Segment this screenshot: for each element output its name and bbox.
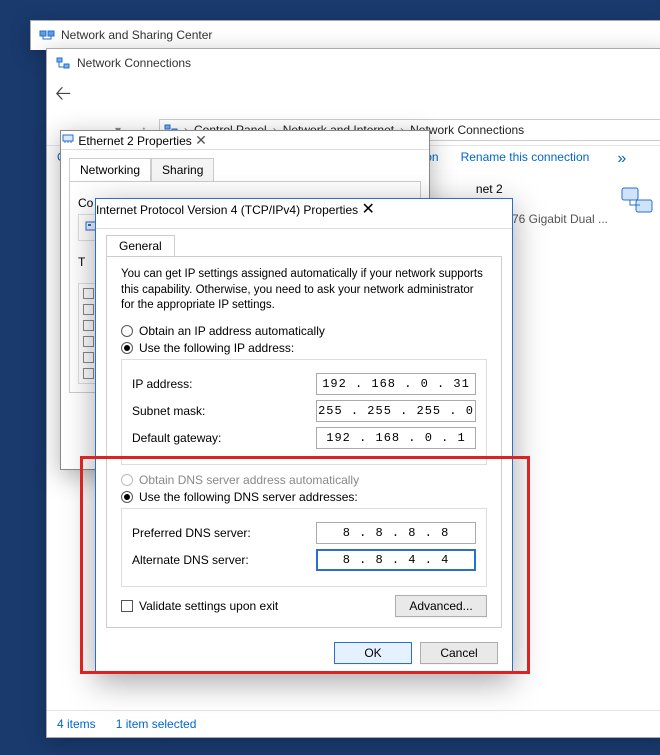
toolbar-overflow[interactable]: » bbox=[611, 150, 632, 168]
ok-button[interactable]: OK bbox=[334, 642, 412, 664]
status-item-count: 4 items bbox=[57, 717, 96, 731]
validate-on-exit-checkbox[interactable]: Validate settings upon exit bbox=[121, 599, 278, 613]
cancel-button[interactable]: Cancel bbox=[420, 642, 498, 664]
ipv4-properties-dialog: Internet Protocol Version 4 (TCP/IPv4) P… bbox=[95, 198, 513, 674]
radio-icon bbox=[121, 474, 133, 486]
adapter-name: net 2 bbox=[476, 182, 608, 196]
radio-obtain-ip-auto[interactable]: Obtain an IP address automatically bbox=[121, 324, 487, 338]
adapter-icon bbox=[618, 182, 658, 222]
advanced-button[interactable]: Advanced... bbox=[395, 595, 487, 617]
radio-use-following-dns[interactable]: Use the following DNS server addresses: bbox=[121, 490, 487, 504]
default-gateway-input[interactable]: 192 . 168 . 0 . 1 bbox=[316, 427, 476, 449]
ip-address-input[interactable]: 192 . 168 . 0 . 31 bbox=[316, 373, 476, 395]
radio-label: Use the following DNS server addresses: bbox=[139, 490, 358, 504]
radio-icon bbox=[121, 342, 133, 354]
default-gateway-label: Default gateway: bbox=[132, 431, 272, 445]
radio-label: Obtain an IP address automatically bbox=[139, 324, 325, 338]
dns-fields-group: Preferred DNS server: 8 . 8 . 8 . 8 Alte… bbox=[121, 508, 487, 587]
radio-icon bbox=[121, 325, 133, 337]
rename-cmd[interactable]: Rename this connection bbox=[461, 150, 590, 168]
close-button[interactable]: ✕ bbox=[195, 132, 207, 148]
checkbox-icon bbox=[121, 600, 133, 612]
dialog-title: Internet Protocol Version 4 (TCP/IPv4) P… bbox=[96, 203, 358, 217]
radio-label: Obtain DNS server address automatically bbox=[139, 473, 359, 487]
alternate-dns-input[interactable]: 8 . 8 . 4 . 4 bbox=[316, 549, 476, 571]
radio-obtain-dns-auto: Obtain DNS server address automatically bbox=[121, 473, 487, 487]
tab-general[interactable]: General bbox=[106, 235, 175, 256]
radio-icon bbox=[121, 491, 133, 503]
back-arrow-large[interactable]: 🡠 bbox=[55, 79, 71, 113]
ethernet-icon bbox=[61, 134, 78, 148]
radio-label: Use the following IP address: bbox=[139, 341, 294, 355]
parent-window-title: Network and Sharing Center bbox=[61, 28, 212, 42]
checkbox-label: Validate settings upon exit bbox=[139, 599, 278, 613]
tab-networking[interactable]: Networking bbox=[69, 158, 151, 181]
subnet-mask-input[interactable]: 255 . 255 . 255 . 0 bbox=[316, 400, 476, 422]
alternate-dns-label: Alternate DNS server: bbox=[132, 553, 272, 567]
radio-use-following-ip[interactable]: Use the following IP address: bbox=[121, 341, 487, 355]
parent-window-titlebar: Network and Sharing Center bbox=[30, 20, 660, 50]
description-text: You can get IP settings assigned automat… bbox=[121, 267, 487, 314]
ip-address-label: IP address: bbox=[132, 377, 272, 391]
window-title: Network Connections bbox=[77, 56, 191, 70]
preferred-dns-input[interactable]: 8 . 8 . 8 . 8 bbox=[316, 522, 476, 544]
network-connections-icon bbox=[55, 55, 71, 71]
ip-fields-group: IP address: 192 . 168 . 0 . 31 Subnet ma… bbox=[121, 359, 487, 465]
subnet-mask-label: Subnet mask: bbox=[132, 404, 272, 418]
tab-sharing[interactable]: Sharing bbox=[151, 158, 214, 181]
network-center-icon bbox=[39, 27, 55, 43]
status-selected: 1 item selected bbox=[116, 717, 197, 731]
preferred-dns-label: Preferred DNS server: bbox=[132, 526, 272, 540]
dialog-title: Ethernet 2 Properties bbox=[78, 134, 191, 148]
close-button[interactable]: ✕ bbox=[361, 201, 374, 218]
